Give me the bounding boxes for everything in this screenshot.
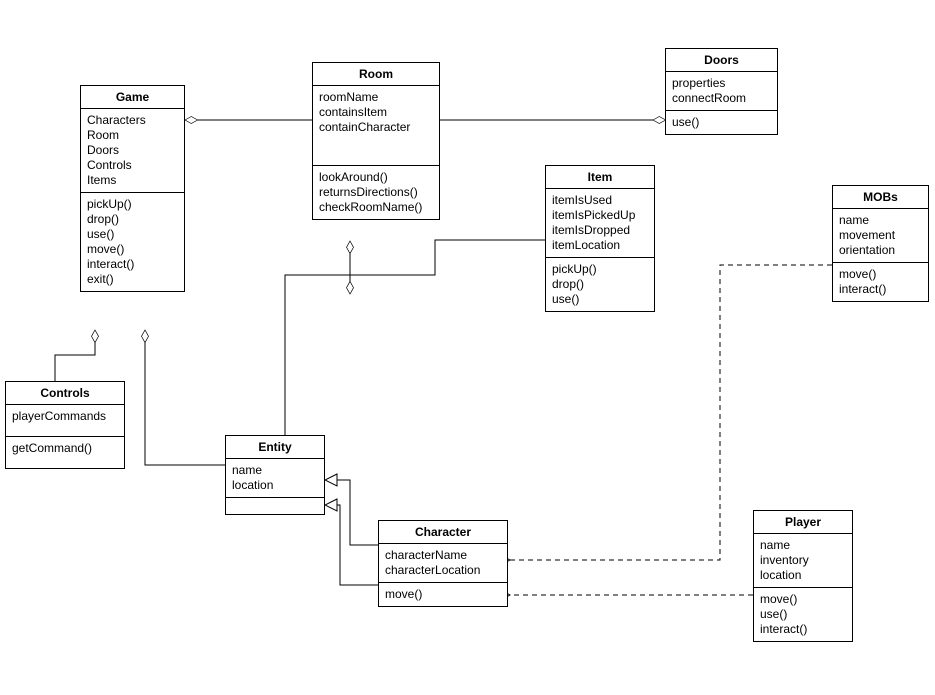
uml-canvas: Game CharactersRoomDoorsControlsItems pi… (0, 0, 935, 695)
class-attrs: playerCommands (6, 405, 124, 437)
class-methods: pickUp()drop()use() (546, 258, 654, 311)
class-item: Item itemIsUseditemIsPickedUpitemIsDropp… (545, 165, 655, 312)
class-attrs: propertiesconnectRoom (666, 72, 777, 111)
rel-entity-character-1 (325, 480, 378, 545)
class-methods: lookAround()returnsDirections()checkRoom… (313, 166, 439, 219)
class-methods: move()interact() (833, 263, 928, 301)
rel-entity-character-2 (325, 505, 378, 585)
class-player: Player nameinventorylocation move()use()… (753, 510, 853, 642)
rel-game-controls (55, 330, 95, 381)
class-title: Character (379, 521, 507, 544)
class-doors: Doors propertiesconnectRoom use() (665, 48, 778, 135)
class-title: Room (313, 63, 439, 86)
class-title: Item (546, 166, 654, 189)
class-attrs: itemIsUseditemIsPickedUpitemIsDroppedite… (546, 189, 654, 258)
class-title: MOBs (833, 186, 928, 209)
class-methods: move()use()interact() (754, 588, 852, 641)
rel-room-item (350, 240, 545, 275)
class-mobs: MOBs namemovementorientation move()inter… (832, 185, 929, 302)
class-attrs: namelocation (226, 459, 324, 498)
class-entity: Entity namelocation (225, 435, 325, 515)
class-game: Game CharactersRoomDoorsControlsItems pi… (80, 85, 185, 292)
class-title: Doors (666, 49, 777, 72)
class-attrs: characterNamecharacterLocation (379, 544, 507, 583)
rel-game-entity (145, 330, 225, 465)
rel-room-entity (285, 275, 350, 435)
class-methods: getCommand() (6, 437, 124, 468)
class-controls: Controls playerCommands getCommand() (5, 381, 125, 469)
class-title: Player (754, 511, 852, 534)
class-character: Character characterNamecharacterLocation… (378, 520, 508, 607)
class-title: Controls (6, 382, 124, 405)
class-attrs: CharactersRoomDoorsControlsItems (81, 109, 184, 193)
class-methods: move() (379, 583, 507, 606)
class-attrs: nameinventorylocation (754, 534, 852, 588)
class-attrs: roomNamecontainsItemcontainCharacter (313, 86, 439, 166)
class-title: Game (81, 86, 184, 109)
class-title: Entity (226, 436, 324, 459)
class-attrs: namemovementorientation (833, 209, 928, 263)
class-methods: use() (666, 111, 777, 134)
class-methods: pickUp()drop()use()move()interact()exit(… (81, 193, 184, 291)
class-room: Room roomNamecontainsItemcontainCharacte… (312, 62, 440, 220)
class-methods (226, 498, 324, 514)
